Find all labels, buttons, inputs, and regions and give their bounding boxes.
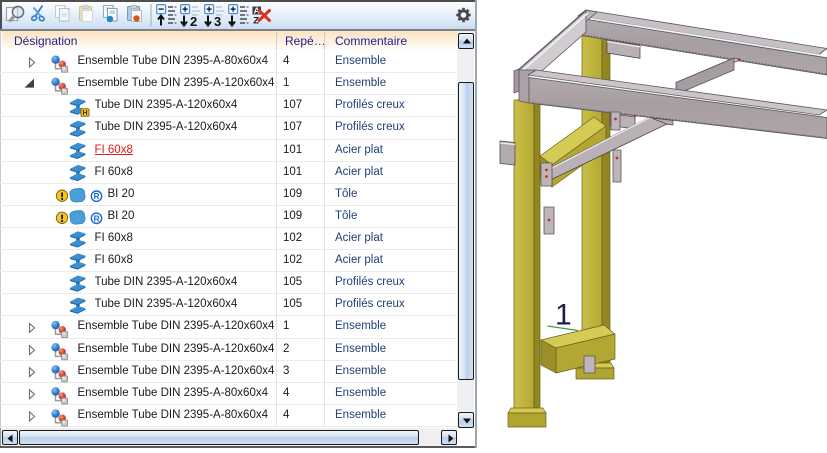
svg-text:1: 1 (555, 299, 572, 332)
svg-text:H: H (82, 110, 87, 117)
svg-text:2: 2 (190, 14, 197, 29)
svg-text:3: 3 (214, 14, 221, 29)
